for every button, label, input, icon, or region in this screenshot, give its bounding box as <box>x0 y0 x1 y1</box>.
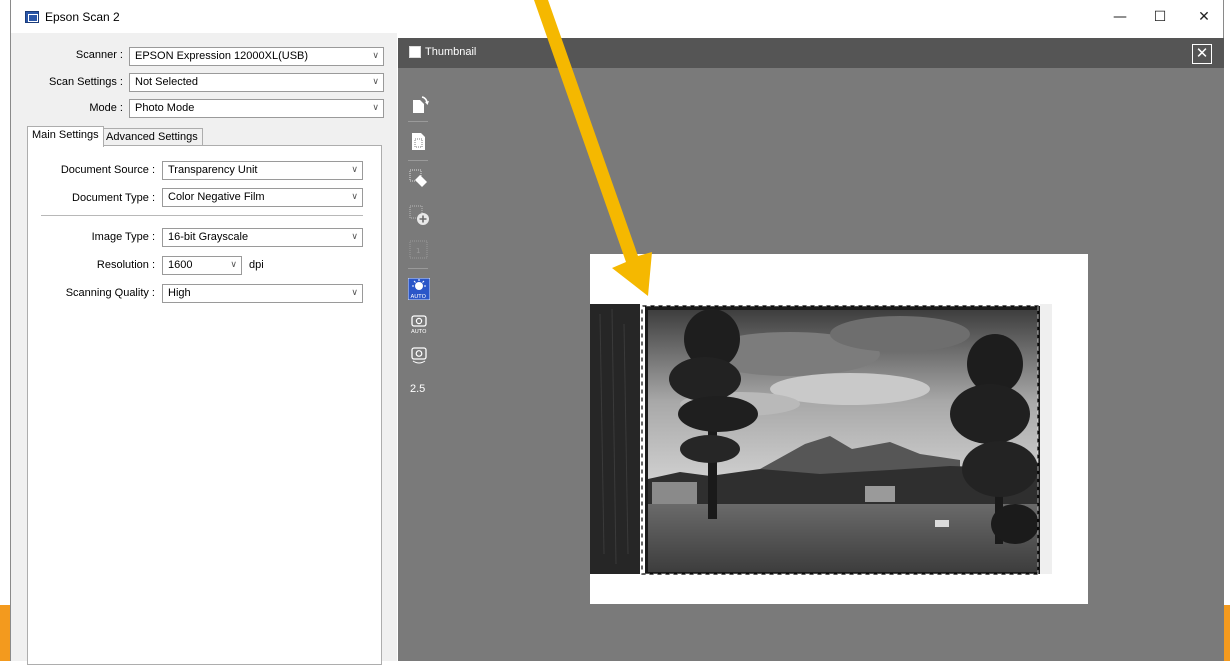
scanning-quality-label: Scanning Quality : <box>65 287 155 299</box>
auto-photo-badge: AUTO <box>411 329 427 335</box>
chevron-down-icon: ∨ <box>372 51 379 61</box>
preview-panel: Thumbnail ✕ 1 AUTO AUTO 2.5 <box>398 38 1224 661</box>
close-button[interactable]: ✕ <box>1189 6 1219 28</box>
auto-badge: AUTO <box>411 294 427 300</box>
resolution-unit: dpi <box>249 259 264 271</box>
epson-scan-icon <box>25 11 39 23</box>
minimize-button[interactable]: — <box>1105 6 1135 28</box>
resolution-label: Resolution : <box>96 259 155 271</box>
document-source-select[interactable]: Transparency Unit ∨ <box>162 161 363 180</box>
auto-photo-icon[interactable]: AUTO <box>408 313 430 335</box>
document-type-label: Document Type : <box>72 192 155 204</box>
auto-exposure-icon[interactable]: AUTO <box>408 278 430 300</box>
main-settings-pane <box>27 145 382 665</box>
select-all-icon[interactable] <box>408 130 430 152</box>
resolution-value: 1600 <box>168 259 193 271</box>
app-window: Epson Scan 2 — ☐ ✕ Scanner : EPSON Expre… <box>10 0 1224 665</box>
thumbnail-label: Thumbnail <box>425 46 477 58</box>
chevron-down-icon: ∨ <box>351 165 358 175</box>
scan-settings-value: Not Selected <box>135 76 198 88</box>
document-source-label: Document Source : <box>60 164 155 176</box>
image-type-label: Image Type : <box>91 231 155 243</box>
thumbnail-checkbox[interactable] <box>409 46 421 58</box>
rotate-icon[interactable] <box>408 94 430 116</box>
scanner-select[interactable]: EPSON Expression 12000XL(USB) ∨ <box>129 47 384 66</box>
chevron-down-icon: ∨ <box>372 103 379 113</box>
zoom-value: 2.5 <box>410 383 426 395</box>
scanning-quality-value: High <box>168 287 191 299</box>
document-type-select[interactable]: Color Negative Film ∨ <box>162 188 363 207</box>
erase-marquee-icon[interactable] <box>408 168 430 190</box>
scan-settings-select[interactable]: Not Selected ∨ <box>129 73 384 92</box>
preview-image[interactable] <box>590 254 1088 604</box>
image-type-value: 16-bit Grayscale <box>168 231 249 243</box>
title-bar: Epson Scan 2 — ☐ ✕ <box>11 0 1223 33</box>
photo-adjust-icon[interactable] <box>408 344 430 366</box>
tool-separator <box>408 160 428 161</box>
tab-advanced-settings[interactable]: Advanced Settings <box>101 128 203 146</box>
image-type-select[interactable]: 16-bit Grayscale ∨ <box>162 228 363 247</box>
close-preview-icon[interactable]: ✕ <box>1192 44 1212 64</box>
settings-panel: Scanner : EPSON Expression 12000XL(USB) … <box>11 33 397 665</box>
chevron-down-icon: ∨ <box>351 232 358 242</box>
marquee-number-icon[interactable]: 1 <box>408 239 430 261</box>
preview-sheet <box>590 254 1088 604</box>
mode-select[interactable]: Photo Mode ∨ <box>129 99 384 118</box>
document-source-value: Transparency Unit <box>168 164 258 176</box>
tool-separator <box>408 121 428 122</box>
maximize-button[interactable]: ☐ <box>1145 6 1175 28</box>
chevron-down-icon: ∨ <box>372 77 379 87</box>
add-marquee-icon[interactable] <box>408 204 430 226</box>
mode-value: Photo Mode <box>135 102 195 114</box>
scanner-label: Scanner : <box>75 49 123 61</box>
scanner-value: EPSON Expression 12000XL(USB) <box>135 50 309 62</box>
preview-toolbar: Thumbnail ✕ <box>398 38 1224 68</box>
document-type-value: Color Negative Film <box>168 191 265 203</box>
tool-separator <box>408 268 428 269</box>
mode-label: Mode : <box>89 102 123 114</box>
scanning-quality-select[interactable]: High ∨ <box>162 284 363 303</box>
chevron-down-icon: ∨ <box>351 192 358 202</box>
chevron-down-icon: ∨ <box>351 288 358 298</box>
tab-main-settings[interactable]: Main Settings <box>27 126 104 147</box>
svg-text:1: 1 <box>416 247 420 255</box>
settings-divider <box>41 215 363 216</box>
resolution-select[interactable]: 1600 ∨ <box>162 256 242 275</box>
chevron-down-icon: ∨ <box>230 260 237 270</box>
scan-settings-label: Scan Settings : <box>49 76 123 88</box>
window-title: Epson Scan 2 <box>45 10 120 24</box>
